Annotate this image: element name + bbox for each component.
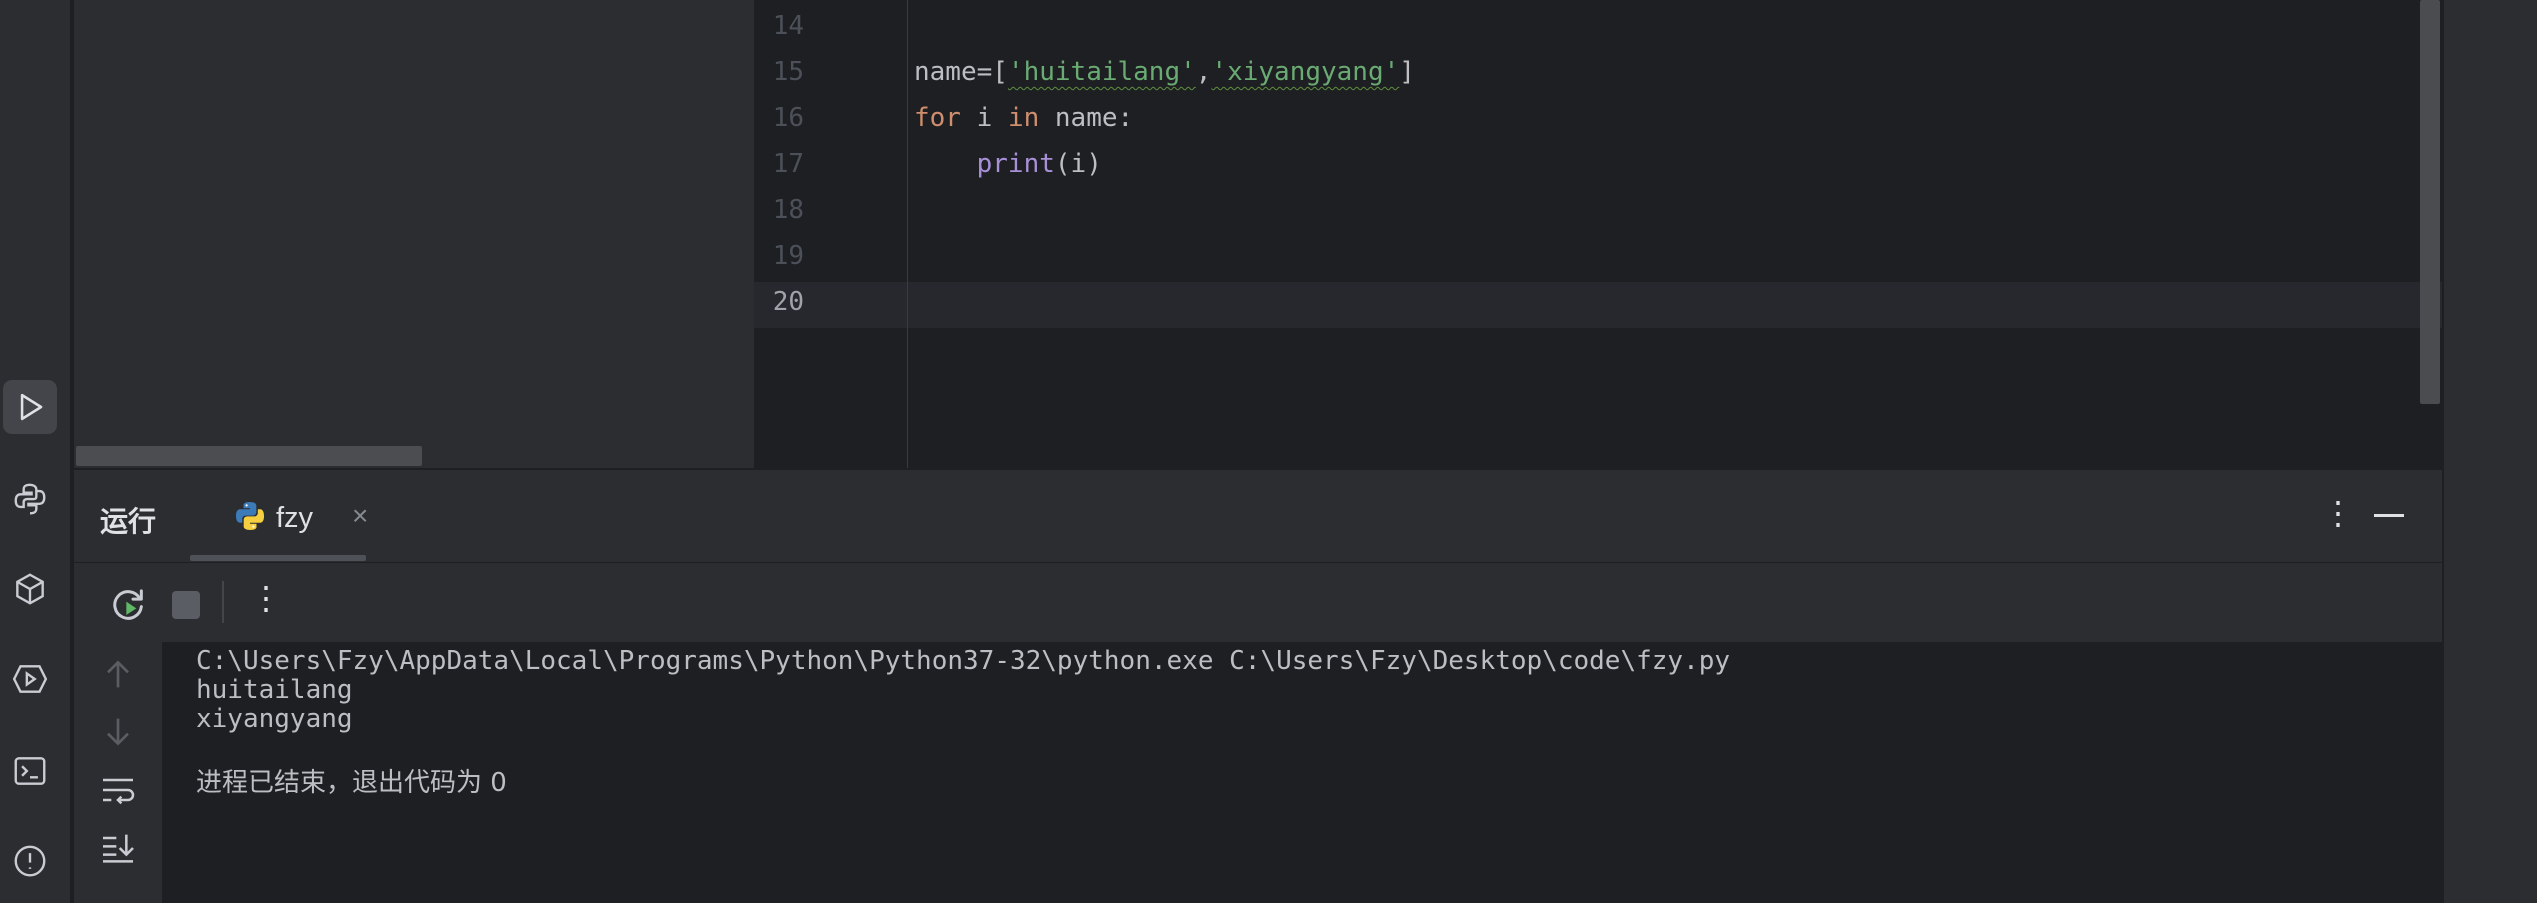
console-output[interactable]: C:\Users\Fzy\AppData\Local\Programs\Pyth… <box>162 642 2442 903</box>
console-line: huitailang <box>196 675 353 705</box>
line-number: 15 <box>772 57 804 87</box>
code-token: 'xiyangyang' <box>1211 57 1400 87</box>
project-horizontal-scrollbar[interactable] <box>76 446 422 466</box>
code-line: for i in name: <box>914 95 1133 141</box>
scroll-up-icon[interactable] <box>98 654 138 694</box>
rerun-icon[interactable] <box>108 585 148 625</box>
code-editor[interactable]: 14 15 16 17 18 19 20 name=['huitailang','xiyan… <box>754 0 2442 468</box>
run-toolbar: ⋮ <box>74 562 2442 642</box>
right-tool-strip <box>2442 0 2537 903</box>
code-token: name=[ <box>914 57 1008 87</box>
python-packages-icon[interactable] <box>3 562 57 616</box>
python-file-icon <box>236 502 264 530</box>
toolbar-separator <box>222 581 224 623</box>
line-number: 16 <box>772 103 804 133</box>
minimize-icon[interactable] <box>2374 514 2404 517</box>
current-line-highlight <box>754 282 2442 328</box>
code-token: , <box>1195 57 1212 87</box>
gutter-divider <box>907 0 908 468</box>
close-icon[interactable]: × <box>352 500 368 532</box>
terminal-icon[interactable] <box>3 744 57 798</box>
code-token: in <box>1007 103 1040 133</box>
console-line: C:\Users\Fzy\AppData\Local\Programs\Pyth… <box>196 646 1731 676</box>
line-number: 18 <box>772 195 804 225</box>
console-line: 进程已结束，退出代码为 0 <box>196 768 507 798</box>
run-icon[interactable] <box>3 380 57 434</box>
run-tool-window: 运行 fzy × ⋮ ⋮ C:\Users\Fzy\AppData\Local\… <box>74 468 2442 903</box>
services-icon[interactable] <box>3 652 57 706</box>
project-panel <box>74 0 754 468</box>
code-line: print(i) <box>914 141 1102 187</box>
console-side-toolbar <box>74 642 162 903</box>
line-number: 14 <box>772 11 804 41</box>
console-line: xiyangyang <box>196 704 353 734</box>
scroll-down-icon[interactable] <box>98 712 138 752</box>
stop-icon[interactable] <box>172 591 200 619</box>
code-token: i <box>960 103 1008 133</box>
line-number: 19 <box>772 241 804 271</box>
code-token: 'huitailang' <box>1007 57 1196 87</box>
code-line: name=['huitailang','xiyangyang'] <box>914 49 1415 95</box>
code-token: (i) <box>1054 149 1102 179</box>
line-number: 17 <box>772 149 804 179</box>
toolbar-more-icon[interactable]: ⋮ <box>250 579 282 617</box>
python-console-icon[interactable] <box>3 472 57 526</box>
active-tab-indicator <box>190 555 366 561</box>
code-token: name: <box>1039 103 1134 133</box>
line-number-gutter: 14 15 16 17 18 19 20 <box>754 0 908 468</box>
left-tool-strip <box>0 0 72 903</box>
line-number: 20 <box>772 287 804 317</box>
scroll-to-end-icon[interactable] <box>98 828 138 868</box>
soft-wrap-icon[interactable] <box>98 770 138 810</box>
code-token: print <box>976 149 1055 179</box>
editor-vertical-scrollbar[interactable] <box>2420 0 2440 404</box>
code-token: for <box>914 103 961 133</box>
run-window-title: 运行 <box>100 506 157 537</box>
run-tab-fzy[interactable]: fzy × <box>216 484 392 544</box>
run-tab-label: fzy <box>276 502 314 534</box>
problems-icon[interactable] <box>3 834 57 888</box>
more-options-icon[interactable]: ⋮ <box>2322 494 2354 532</box>
code-token: ] <box>1399 57 1415 87</box>
